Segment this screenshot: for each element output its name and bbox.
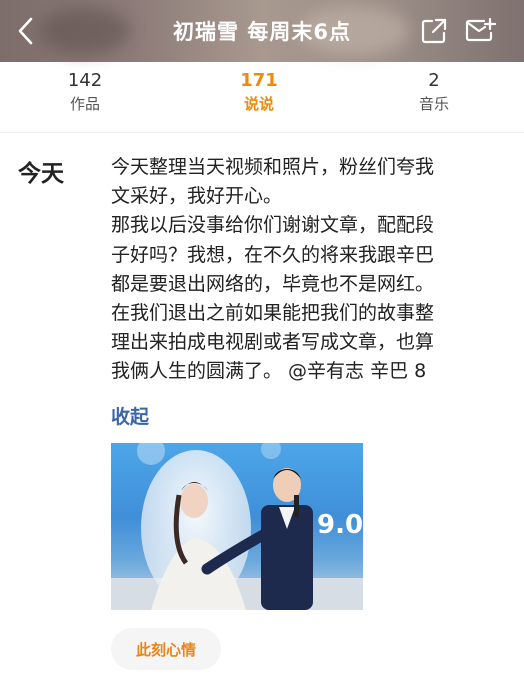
post-text: 今天整理当天视频和照片，粉丝们夸我 文采好，我好开心。 那我以后没事给你们谢谢文…: [111, 153, 506, 387]
music-label: 音乐: [418, 95, 449, 113]
tab-music[interactable]: 2 音乐: [374, 70, 494, 116]
tab-moments[interactable]: 171 说说: [199, 70, 319, 116]
profile-header: 初瑞雪 每周末6点: [0, 0, 524, 62]
post-text-line: 文采好，我好开心。: [111, 185, 283, 208]
post-date: 今天: [18, 161, 64, 187]
post-text-line: 那我以后没事给你们谢谢文章，配配段: [111, 214, 435, 237]
post-text-line: 子好吗？我想，在不久的将来我跟辛巴: [111, 243, 435, 266]
post-text-line: 我俩人生的圆满了。 @辛有志 辛巴 8: [111, 360, 427, 383]
share-icon: [421, 18, 447, 44]
post-text-line: 理出来拍成电视剧或者写成文章，也算: [111, 331, 435, 354]
tab-works[interactable]: 142 作品: [25, 70, 145, 116]
works-label: 作品: [69, 95, 100, 113]
moments-label: 说说: [243, 95, 274, 113]
post-text-line: 在我们退出之前如果能把我们的故事整: [111, 302, 435, 325]
share-button[interactable]: [418, 15, 450, 47]
collapse-link[interactable]: 收起: [111, 402, 149, 429]
mail-plus-icon: [465, 17, 496, 42]
profile-stats: 142 作品 171 说说 2 音乐: [0, 62, 524, 133]
mail-button[interactable]: [464, 15, 496, 47]
post-photo-illustration: 9.08: [111, 443, 363, 610]
post-text-line: 都是要退出网络的，毕竟也不是网红。: [111, 272, 435, 295]
post-text-line: 今天整理当天视频和照片，粉丝们夸我: [111, 156, 435, 178]
post-photo[interactable]: 9.08: [111, 443, 363, 610]
moments-count: 171: [240, 70, 278, 91]
music-count: 2: [428, 70, 440, 91]
photo-screen-text: 9.08: [317, 510, 363, 540]
works-count: 142: [67, 70, 103, 91]
mood-button[interactable]: 此刻心情: [111, 628, 221, 670]
